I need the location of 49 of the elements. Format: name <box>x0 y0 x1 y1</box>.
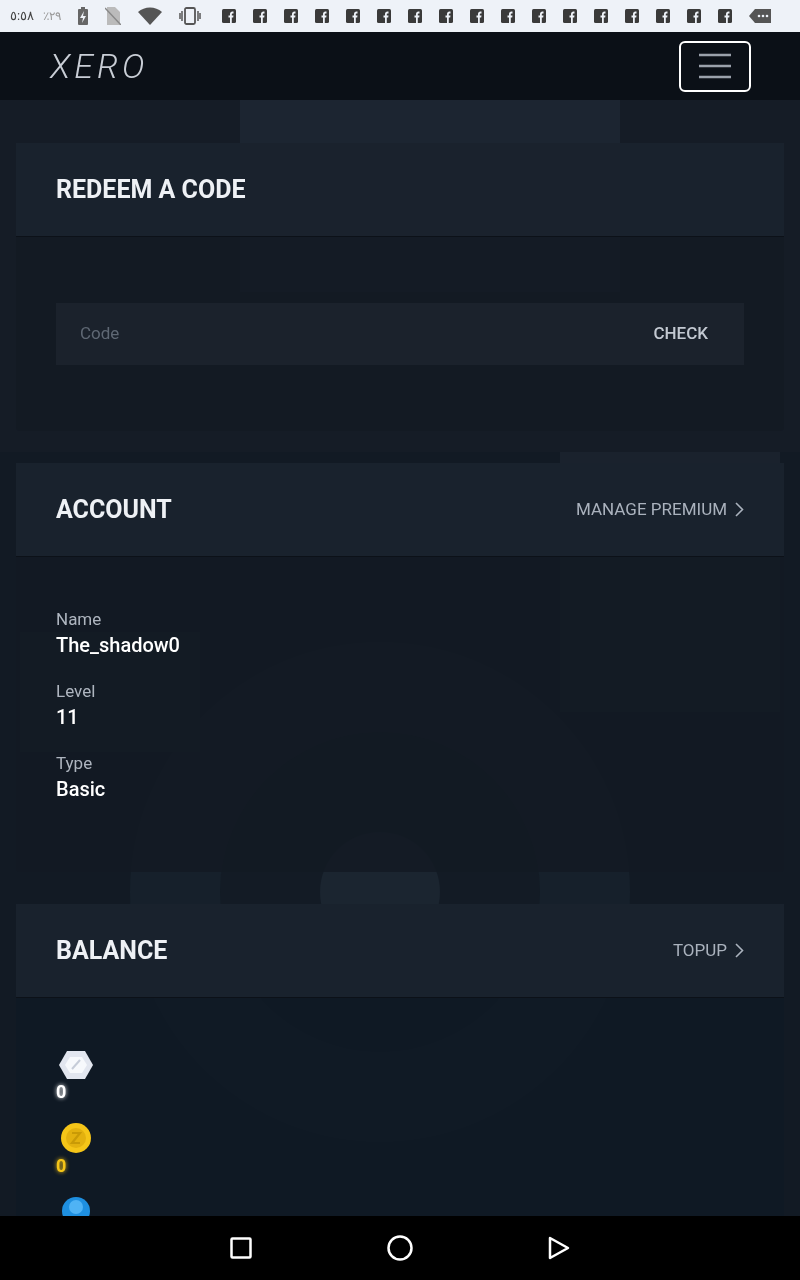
facebook-icon <box>346 9 361 23</box>
field-value: 11 <box>56 704 80 731</box>
battery-icon <box>78 7 89 25</box>
chevron-right-icon <box>735 943 744 958</box>
balance-amount: 0 <box>56 1080 67 1104</box>
facebook-icon <box>315 9 330 23</box>
facebook-icon <box>470 9 485 23</box>
facebook-icon <box>253 9 268 23</box>
facebook-icon <box>532 9 547 23</box>
back-icon[interactable] <box>548 1236 570 1260</box>
logo[interactable]: XERO <box>50 40 149 92</box>
facebook-icon <box>625 9 640 23</box>
card-title: BALANCE <box>56 934 168 967</box>
vibrate-icon <box>179 7 202 25</box>
more-icon <box>749 9 772 23</box>
field-value: Basic <box>56 776 107 803</box>
balance-amount: 0 <box>56 1154 67 1178</box>
battery-percent: ٪٢٩ <box>43 8 62 25</box>
coin-icon <box>60 1122 92 1154</box>
facebook-icon <box>594 9 609 23</box>
facebook-icon <box>284 9 299 23</box>
facebook-icon <box>718 9 733 23</box>
field-label: Level <box>56 680 97 703</box>
code-input-field[interactable]: Code CHECK <box>56 303 744 365</box>
wifi-icon <box>138 7 163 25</box>
facebook-icon <box>377 9 392 23</box>
field-label: Name <box>56 608 103 631</box>
facebook-icon <box>439 9 454 23</box>
gem-icon <box>58 1050 94 1080</box>
field-value: The_shadow0 <box>56 632 181 659</box>
facebook-icon <box>656 9 671 23</box>
facebook-icon <box>222 9 237 23</box>
field-label: Type <box>56 752 94 775</box>
card-title: ACCOUNT <box>56 493 172 526</box>
recents-icon[interactable] <box>230 1237 252 1259</box>
facebook-icon <box>501 9 516 23</box>
menu-button[interactable] <box>679 40 751 92</box>
clock: ٥:٥٨ <box>10 7 35 26</box>
no-sim-icon <box>105 7 122 25</box>
chevron-right-icon <box>735 502 744 517</box>
card-link[interactable]: MANAGE PREMIUM <box>576 496 744 523</box>
card-title: REDEEM A CODE <box>56 173 246 206</box>
check-button[interactable]: CHECK <box>653 321 708 347</box>
facebook-icon <box>687 9 702 23</box>
facebook-icon <box>563 9 578 23</box>
menu-icon <box>699 53 731 79</box>
home-icon[interactable] <box>387 1235 413 1261</box>
card-link[interactable]: TOPUP <box>672 937 744 964</box>
facebook-icon <box>408 9 423 23</box>
